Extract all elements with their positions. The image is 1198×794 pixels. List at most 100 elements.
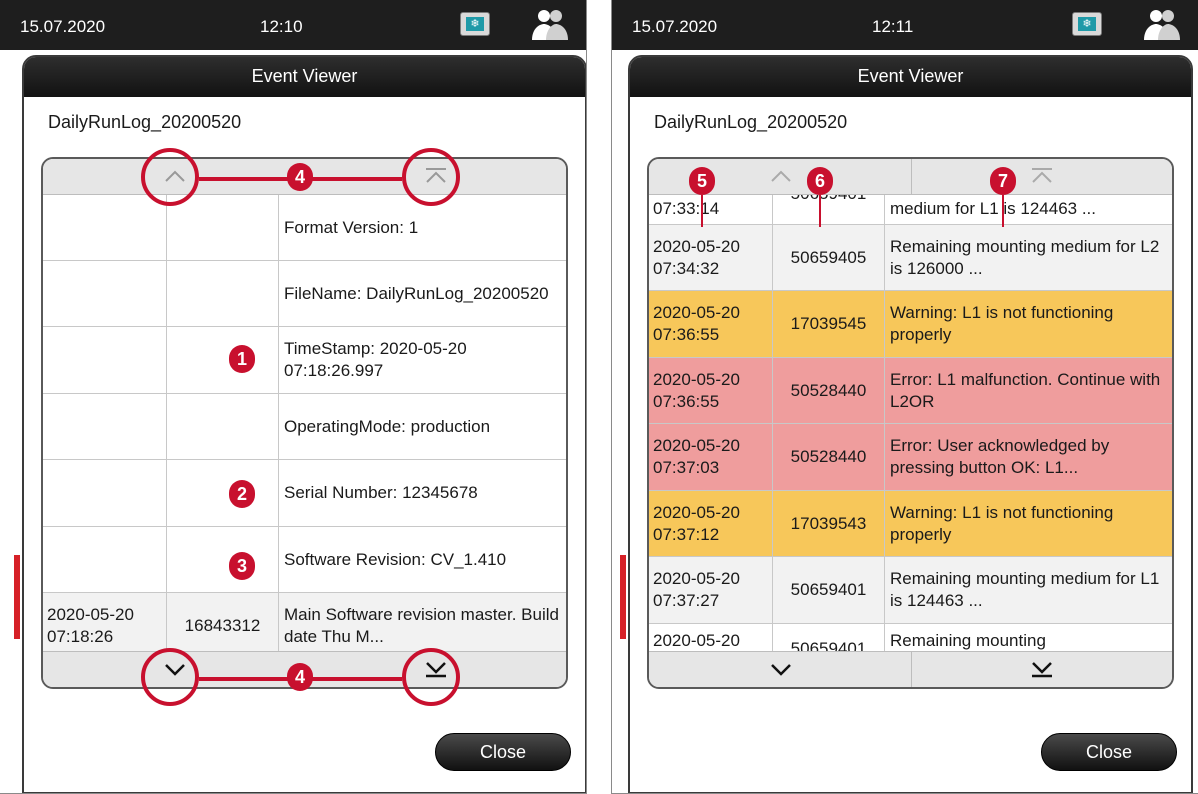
callout-badge: 5 <box>689 167 715 195</box>
status-bar: 15.07.2020 12:10 ❄ <box>0 0 586 50</box>
callout-badge: 2 <box>229 480 255 508</box>
scroll-up-button[interactable] <box>761 159 801 195</box>
table-row[interactable]: 2020-05-20 07:36:55 17039545 Warning: L1… <box>649 291 1172 358</box>
callout-pointer <box>701 195 703 227</box>
timestamp-cell <box>43 195 167 260</box>
event-rows[interactable]: Format Version: 1 FileName: DailyRunLog_… <box>43 195 566 653</box>
timestamp-cell <box>43 394 167 459</box>
table-row[interactable]: FileName: DailyRunLog_20200520 <box>43 261 566 327</box>
event-id-cell <box>167 394 279 459</box>
message-cell: Remaining mounting medium for L1 is 1244… <box>890 569 1160 610</box>
timestamp-cell <box>43 527 167 592</box>
timestamp-cell <box>43 327 167 393</box>
table-row[interactable]: 2020-05-20 07:34:32 50659405 Remaining m… <box>649 225 1172 291</box>
table-row[interactable]: Software Revision: CV_1.410 <box>43 527 566 593</box>
status-date: 15.07.2020 <box>20 17 106 36</box>
message-cell: Main Software revision master. Build dat… <box>284 604 559 646</box>
event-viewer-dialog: Event Viewer DailyRunLog_20200520 07:33:… <box>628 55 1193 793</box>
callout-badge: 4 <box>287 163 313 191</box>
table-row[interactable]: 07:33:14 50659401 medium for L1 is 12446… <box>649 195 1172 225</box>
chevron-down-icon <box>771 664 791 676</box>
event-id-cell: 50528440 <box>773 424 885 490</box>
jump-to-bottom-icon <box>1032 662 1052 678</box>
table-row[interactable]: 2020-05-20 07:37:12 17039543 Warning: L1… <box>649 491 1172 557</box>
callout-badge: 6 <box>807 167 833 195</box>
timestamp-cell: 2020-05-20 <box>649 624 773 653</box>
event-id-cell <box>167 327 279 393</box>
message-cell: Remaining mounting <box>890 631 1046 650</box>
callout-pointer <box>819 195 821 227</box>
status-bar: 15.07.2020 12:11 ❄ <box>612 0 1198 50</box>
side-accent-bar <box>14 555 20 639</box>
table-row[interactable]: 2020-05-20 50659401 Remaining mounting <box>649 624 1172 653</box>
event-id-cell: 17039545 <box>773 291 885 357</box>
jump-to-bottom-button[interactable] <box>1022 652 1062 687</box>
jump-to-top-icon <box>1032 168 1052 183</box>
message-cell: TimeStamp: 2020-05-20 07:18:26.997 <box>284 339 467 380</box>
event-table: 07:33:14 50659401 medium for L1 is 12446… <box>647 157 1174 689</box>
message-cell: Software Revision: CV_1.410 <box>284 549 507 569</box>
log-file-name: DailyRunLog_20200520 <box>654 112 848 132</box>
table-row[interactable]: OperatingMode: production <box>43 394 566 460</box>
message-cell: Warning: L1 is not functioning properly <box>890 303 1114 344</box>
event-rows[interactable]: 07:33:14 50659401 medium for L1 is 12446… <box>649 195 1172 653</box>
status-time: 12:10 <box>260 17 303 36</box>
timestamp-cell: 07:33:14 <box>649 195 773 224</box>
nav-divider <box>911 159 912 194</box>
callout-badge: 7 <box>990 167 1016 195</box>
event-id-cell: 17039543 <box>773 491 885 556</box>
callout-ring <box>141 648 199 706</box>
event-id-cell: 50659401 <box>773 624 885 653</box>
scroll-down-button[interactable] <box>761 652 801 687</box>
timestamp-cell: 2020-05-20 07:34:32 <box>649 225 773 290</box>
snowflake-status-icon: ❄ <box>1072 12 1102 36</box>
event-id-cell: 16843312 <box>167 593 279 653</box>
table-row[interactable]: Format Version: 1 <box>43 195 566 261</box>
event-id-cell: 50528440 <box>773 358 885 423</box>
timestamp-cell: 2020-05-20 07:36:55 <box>649 291 773 357</box>
table-row[interactable]: 2020-05-20 07:18:26 16843312 Main Softwa… <box>43 593 566 653</box>
close-button[interactable]: Close <box>1041 733 1177 771</box>
log-file-name: DailyRunLog_20200520 <box>48 112 242 132</box>
screen-left: 15.07.2020 12:10 ❄ Event Viewer DailyRun… <box>0 0 587 794</box>
event-id-cell: 50659405 <box>773 225 885 290</box>
timestamp-cell: 2020-05-20 07:37:12 <box>649 491 773 556</box>
user-icon[interactable] <box>1142 8 1182 42</box>
table-row[interactable]: 2020-05-20 07:36:55 50528440 Error: L1 m… <box>649 358 1172 424</box>
message-cell: Error: User acknowledged by pressing but… <box>890 436 1110 477</box>
timestamp-cell: 2020-05-20 07:37:27 <box>649 557 773 623</box>
table-row[interactable]: 2020-05-20 07:37:27 50659401 Remaining m… <box>649 557 1172 624</box>
snowflake-status-icon: ❄ <box>460 12 490 36</box>
event-id-cell: 50659401 <box>773 557 885 623</box>
jump-to-top-button[interactable] <box>1022 159 1062 195</box>
nav-bar-bottom <box>649 651 1172 687</box>
message-cell: OperatingMode: production <box>284 416 491 436</box>
table-row[interactable]: TimeStamp: 2020-05-20 07:18:26.997 <box>43 327 566 394</box>
timestamp-cell: 2020-05-20 07:36:55 <box>649 358 773 423</box>
status-date: 15.07.2020 <box>632 17 718 36</box>
timestamp-cell: 2020-05-20 07:37:03 <box>649 424 773 490</box>
callout-ring <box>141 148 199 206</box>
message-cell: Remaining mounting medium for L2 is 1260… <box>890 236 1160 278</box>
timestamp-cell <box>43 460 167 526</box>
nav-divider <box>911 652 912 687</box>
close-button[interactable]: Close <box>435 733 571 771</box>
event-id-cell <box>167 261 279 326</box>
dialog-title: Event Viewer <box>24 57 585 97</box>
callout-badge: 3 <box>229 552 255 580</box>
dialog-title: Event Viewer <box>630 57 1191 97</box>
table-row[interactable]: Serial Number: 12345678 <box>43 460 566 527</box>
event-id-cell: 50659401 <box>773 195 885 224</box>
message-cell: medium for L1 is 124463 ... <box>890 198 1097 218</box>
event-id-cell <box>167 460 279 526</box>
callout-pointer <box>1002 195 1004 227</box>
timestamp-cell: 2020-05-20 07:18:26 <box>43 593 167 653</box>
callout-badge: 4 <box>287 663 313 691</box>
table-row[interactable]: 2020-05-20 07:37:03 50528440 Error: User… <box>649 424 1172 491</box>
timestamp-cell <box>43 261 167 326</box>
message-cell: Serial Number: 12345678 <box>284 483 478 502</box>
callout-badge: 1 <box>229 345 255 373</box>
event-id-cell <box>167 195 279 260</box>
user-icon[interactable] <box>530 8 570 42</box>
callout-ring <box>402 148 460 206</box>
